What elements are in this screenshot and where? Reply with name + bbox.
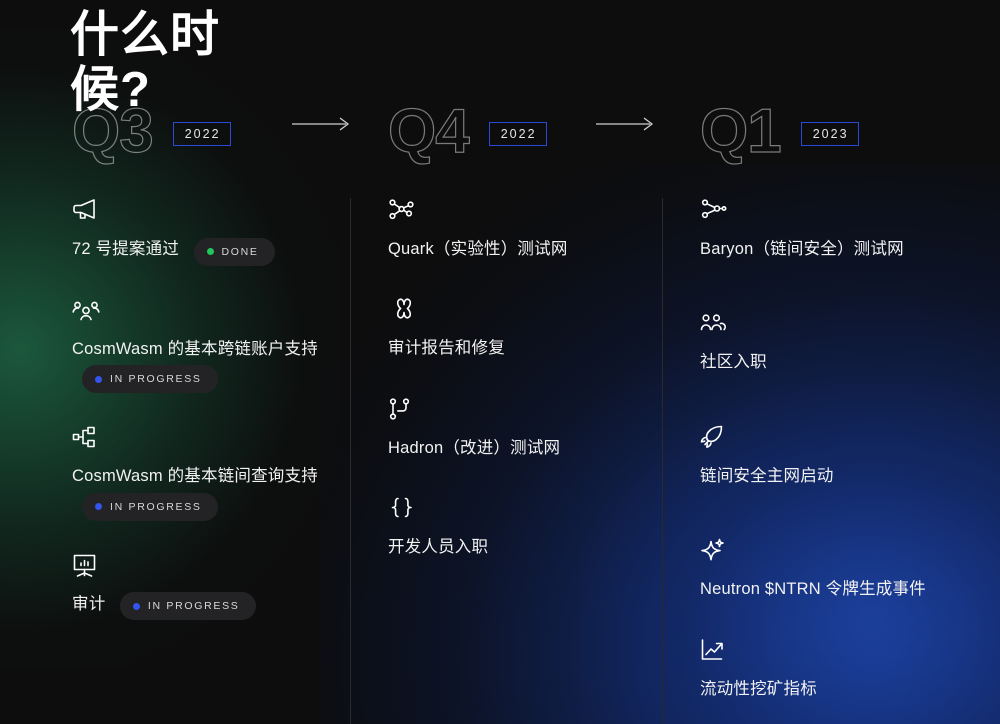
roadmap-item-text: CosmWasm 的基本链间查询支持 xyxy=(72,467,318,486)
megaphone-icon xyxy=(72,190,332,224)
roadmap-item: Quark（实验性）测试网 xyxy=(388,190,648,263)
status-dot xyxy=(95,375,102,383)
quarter-label: Q4 xyxy=(387,97,470,166)
roadmap-item: Hadron（改进）测试网 xyxy=(388,389,648,462)
roadmap-item: 流动性挖矿指标 xyxy=(700,630,960,703)
trending-up-icon xyxy=(700,630,960,664)
roadmap-item-text: Neutron $NTRN 令牌生成事件 xyxy=(700,580,926,599)
roadmap-item: CosmWasm 的基本链间查询支持 IN PROGRESS xyxy=(72,417,332,521)
status-dot xyxy=(206,248,214,256)
arrow-q3-to-q4-icon xyxy=(292,117,354,131)
roadmap-item-text: Baryon（链间安全）测试网 xyxy=(700,240,904,258)
roadmap-item-text: CosmWasm 的基本跨链账户支持 xyxy=(72,339,318,358)
roadmap-item: 链间安全主网启动 xyxy=(700,417,960,490)
page-title: 什么时 候? xyxy=(70,8,221,118)
quarter-header-q4: Q4 2022 xyxy=(387,96,547,168)
quarter-column-q1: Baryon（链间安全）测试网 社区入职 链间安全主网启动 Neutron $N… xyxy=(700,190,960,707)
roadmap-item: 审计 IN PROGRESS xyxy=(72,545,332,621)
status-badge-label: IN PROGRESS xyxy=(110,500,202,513)
quarter-label: Q1 xyxy=(699,97,782,166)
status-badge: DONE xyxy=(193,237,275,266)
column-divider xyxy=(350,198,351,724)
roadmap-page: 什么时 候? Q3 2022 Q4 2022 Q1 2023 72 号提案通过 xyxy=(0,0,1000,724)
roadmap-item-text: Quark（实验性）测试网 xyxy=(388,240,568,258)
quarter-header-q1: Q1 2023 xyxy=(699,96,859,168)
roadmap-item-text: 审计报告和修复 xyxy=(388,339,505,358)
roadmap-item-text: 审计 xyxy=(72,594,106,613)
arrow-q4-to-q1-icon xyxy=(596,117,658,131)
roadmap-item: 72 号提案通过 DONE xyxy=(72,190,332,266)
quarter-column-q3: 72 号提案通过 DONE CosmWasm 的基本跨链账户支持 IN PROG… xyxy=(72,190,332,622)
roadmap-item-text: 链间安全主网启动 xyxy=(700,466,834,485)
roadmap-item: 审计报告和修复 xyxy=(388,289,648,362)
presentation-chart-icon xyxy=(72,545,332,579)
baryon-network-icon xyxy=(700,190,960,224)
quarter-year-badge: 2022 xyxy=(488,122,547,146)
roadmap-item: CosmWasm 的基本跨链账户支持 IN PROGRESS xyxy=(72,290,332,394)
sitemap-icon xyxy=(72,417,332,451)
community-icon xyxy=(700,303,960,337)
status-badge: IN PROGRESS xyxy=(119,592,256,621)
column-divider xyxy=(662,198,663,724)
status-dot xyxy=(132,602,140,610)
status-badge-label: DONE xyxy=(221,245,259,258)
roadmap-item: Neutron $NTRN 令牌生成事件 xyxy=(700,530,960,603)
quarter-year-badge: 2022 xyxy=(172,122,231,146)
quarter-column-q4: Quark（实验性）测试网 审计报告和修复 Hadron（改进）测试网 开发人员… xyxy=(388,190,648,566)
roadmap-item: 开发人员入职 xyxy=(388,488,648,561)
roadmap-item-text: Hadron（改进）测试网 xyxy=(388,438,561,457)
status-dot xyxy=(95,503,102,511)
roadmap-item: Baryon（链间安全）测试网 xyxy=(700,190,960,263)
quark-network-icon xyxy=(388,190,648,224)
rocket-icon xyxy=(700,417,960,451)
roadmap-item-text: 流动性挖矿指标 xyxy=(700,679,817,698)
roadmap-item-text: 社区入职 xyxy=(700,353,767,372)
roadmap-item-text: 开发人员入职 xyxy=(388,538,489,557)
atom-knot-icon xyxy=(388,289,648,323)
status-badge: IN PROGRESS xyxy=(82,365,218,394)
sparkle-icon xyxy=(700,530,960,564)
git-branch-icon xyxy=(388,389,648,423)
status-badge-label: IN PROGRESS xyxy=(110,373,202,386)
quarter-year-badge: 2023 xyxy=(800,122,859,146)
status-badge: IN PROGRESS xyxy=(82,492,218,521)
users-group-icon xyxy=(72,290,332,324)
curly-braces-icon xyxy=(388,488,648,522)
status-badge-label: IN PROGRESS xyxy=(147,600,240,613)
roadmap-item: 社区入职 xyxy=(700,303,960,376)
roadmap-item-text: 72 号提案通过 xyxy=(72,240,180,258)
